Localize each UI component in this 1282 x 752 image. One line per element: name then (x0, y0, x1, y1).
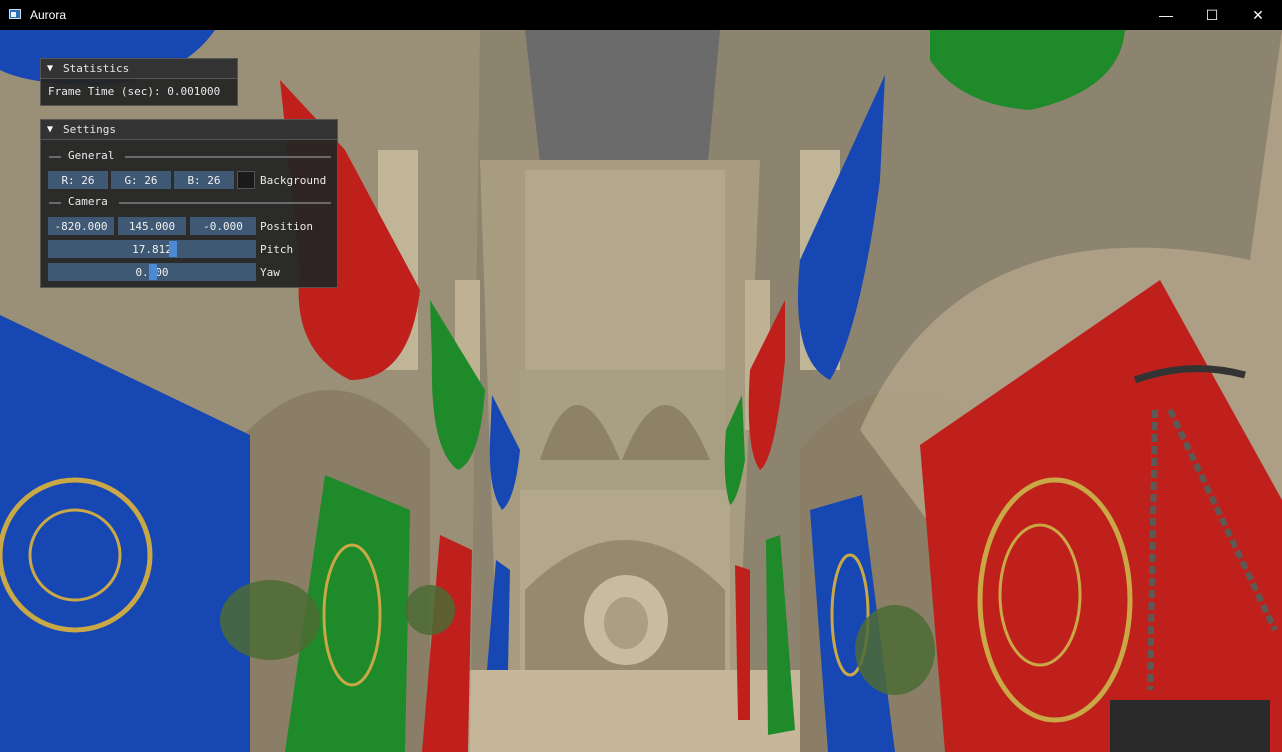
minimize-button[interactable]: — (1143, 0, 1189, 30)
statistics-header[interactable]: ▼ Statistics (41, 59, 237, 79)
frame-time-label: Frame Time (sec): 0.001000 (48, 85, 221, 98)
pitch-slider-grab[interactable] (169, 241, 177, 257)
separator-line (49, 202, 61, 204)
window-title: Aurora (30, 8, 67, 22)
yaw-label: Yaw (260, 266, 280, 279)
red-channel-field[interactable]: R: 26 (48, 171, 108, 189)
separator-line (49, 156, 61, 158)
green-channel-field[interactable]: G: 26 (111, 171, 171, 189)
settings-panel[interactable]: ▼ Settings General R: 26 G: 26 B: 26 Bac… (40, 119, 338, 288)
camera-section-label: Camera (68, 195, 108, 208)
maximize-button[interactable]: ☐ (1189, 0, 1235, 30)
collapse-triangle-icon[interactable]: ▼ (47, 124, 53, 135)
general-section-label: General (68, 149, 115, 162)
blue-channel-field[interactable]: B: 26 (174, 171, 234, 189)
position-y-field[interactable]: 145.000 (118, 217, 186, 235)
yaw-slider-grab[interactable] (149, 264, 157, 280)
background-label: Background (260, 174, 327, 187)
position-x-field[interactable]: -820.000 (48, 217, 114, 235)
separator-line (125, 156, 331, 158)
settings-header[interactable]: ▼ Settings (41, 120, 337, 140)
statistics-panel[interactable]: ▼ Statistics Frame Time (sec): 0.001000 (40, 58, 238, 106)
statistics-title: Statistics (63, 62, 130, 75)
background-color-swatch[interactable] (237, 171, 255, 189)
render-viewport[interactable]: ▼ Statistics Frame Time (sec): 0.001000 … (0, 30, 1282, 752)
separator-line (119, 202, 331, 204)
pitch-value: 17.812 (132, 242, 172, 256)
close-button[interactable]: ✕ (1235, 0, 1281, 30)
app-window-icon (9, 9, 21, 19)
collapse-triangle-icon[interactable]: ▼ (47, 63, 53, 74)
position-z-field[interactable]: -0.000 (190, 217, 256, 235)
title-bar: Aurora — ☐ ✕ (0, 0, 1282, 30)
position-label: Position (260, 220, 313, 233)
settings-title: Settings (63, 123, 117, 136)
pitch-label: Pitch (260, 243, 294, 256)
pitch-slider[interactable]: 17.812 (48, 240, 256, 258)
